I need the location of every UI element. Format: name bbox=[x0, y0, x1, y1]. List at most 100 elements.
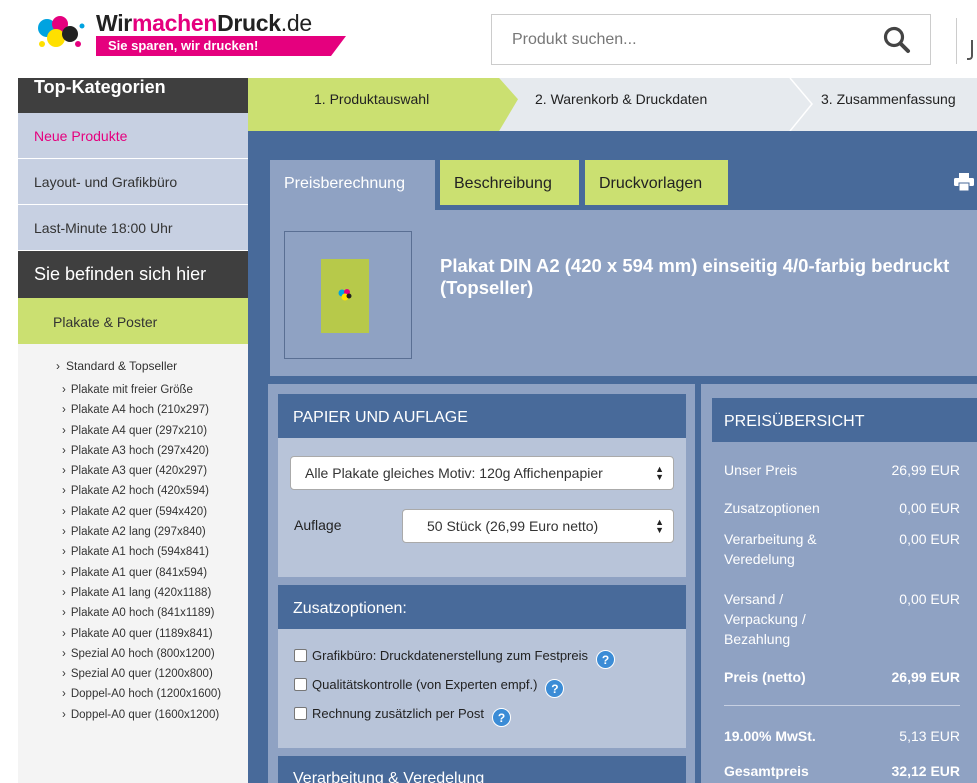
price-value: 26,99 EUR bbox=[891, 669, 960, 685]
sidebar-link[interactable]: Plakate A0 quer (1189x841) bbox=[62, 624, 248, 644]
finishing-heading[interactable]: Verarbeitung & Veredelung bbox=[278, 756, 686, 783]
sidebar-link[interactable]: Plakate A1 quer (841x594) bbox=[62, 563, 248, 583]
print-icon[interactable] bbox=[954, 173, 974, 191]
price-row-vat: 19.00% MwSt. 5,13 EUR bbox=[724, 726, 972, 746]
paper-heading: PAPIER UND AUFLAGE bbox=[278, 394, 686, 438]
step-2[interactable]: 2. Warenkorb & Druckdaten bbox=[535, 91, 707, 107]
configuration-column: PAPIER UND AUFLAGE Alle Plakate gleiches… bbox=[268, 384, 695, 783]
select-arrows-icon: ▲ ▼ bbox=[655, 517, 664, 535]
brand-logo[interactable]: WirmachenDruck.de Sie sparen, wir drucke… bbox=[34, 8, 364, 58]
options-heading: Zusatzoptionen: bbox=[278, 585, 686, 629]
help-icon[interactable]: ? bbox=[491, 708, 511, 727]
sidebar-link[interactable]: Doppel-A0 quer (1600x1200) bbox=[62, 705, 248, 725]
help-icon[interactable]: ? bbox=[596, 650, 616, 669]
sidebar-item-layout[interactable]: Layout- und Grafikbüro bbox=[18, 159, 248, 205]
site-header: WirmachenDruck.de Sie sparen, wir drucke… bbox=[0, 0, 977, 78]
brand-name-part: machen bbox=[131, 10, 218, 36]
price-heading: PREISÜBERSICHT bbox=[712, 398, 977, 442]
tab-price-calculation[interactable]: Preisberechnung bbox=[270, 160, 435, 210]
search-input[interactable] bbox=[492, 15, 862, 64]
option-label[interactable]: Qualitätskontrolle (von Experten empf.) bbox=[312, 677, 537, 692]
tab-description[interactable]: Beschreibung bbox=[440, 160, 579, 205]
brand-slogan: Sie sparen, wir drucken! bbox=[96, 36, 346, 56]
tab-print-templates[interactable]: Druckvorlagen bbox=[585, 160, 728, 205]
help-icon[interactable]: ? bbox=[545, 679, 565, 698]
account-icon[interactable] bbox=[967, 40, 973, 60]
sidebar-link[interactable]: Plakate A1 hoch (594x841) bbox=[62, 542, 248, 562]
quantity-select[interactable]: 50 Stück (26,99 Euro netto) ▲ ▼ bbox=[402, 509, 674, 543]
sidebar-link-list: Plakate mit freier Größe Plakate A4 hoch… bbox=[18, 380, 248, 725]
quantity-select-value: 50 Stück (26,99 Euro netto) bbox=[427, 518, 599, 534]
price-value: 0,00 EUR bbox=[899, 531, 960, 547]
sidebar-link[interactable]: Plakate A3 quer (420x297) bbox=[62, 461, 248, 481]
sidebar-item-new-products[interactable]: Neue Produkte bbox=[18, 113, 248, 159]
options-section: Zusatzoptionen: Grafikbüro: Druckdatener… bbox=[278, 585, 686, 748]
sidebar-heading-top: Top-Kategorien bbox=[18, 78, 248, 113]
sidebar-link[interactable]: Plakate A2 hoch (420x594) bbox=[62, 481, 248, 501]
product-configurator: Preisberechnung Beschreibung Druckvorlag… bbox=[248, 131, 977, 783]
search-icon[interactable] bbox=[882, 25, 912, 55]
sidebar-link[interactable]: Plakate A3 hoch (297x420) bbox=[62, 441, 248, 461]
sidebar-location-heading: Sie befinden sich hier bbox=[18, 251, 248, 298]
product-panel: Plakat DIN A2 (420 x 594 mm) einseitig 4… bbox=[270, 210, 977, 376]
price-column: PREISÜBERSICHT Unser Preis 26,99 EUR Zusa… bbox=[701, 384, 977, 783]
paper-section: PAPIER UND AUFLAGE Alle Plakate gleiches… bbox=[278, 394, 686, 577]
brand-name-part: .de bbox=[280, 10, 312, 36]
price-label: Zusatzoptionen bbox=[724, 500, 820, 516]
brand-name: WirmachenDruck.de bbox=[96, 10, 312, 37]
price-row: Unser Preis 26,99 EUR bbox=[724, 460, 972, 480]
price-label: Gesamtpreis bbox=[724, 763, 809, 779]
price-label: Preis (netto) bbox=[724, 669, 806, 685]
price-value: 32,12 EUR bbox=[891, 763, 960, 779]
option-row: Rechnung zusätzlich per Post? bbox=[294, 706, 511, 728]
option-row: Grafikbüro: Druckdatenerstellung zum Fes… bbox=[294, 648, 616, 670]
option-checkbox[interactable] bbox=[294, 649, 307, 662]
poster-thumbnail bbox=[321, 259, 369, 333]
quantity-label: Auflage bbox=[294, 517, 342, 533]
sidebar-link[interactable]: Spezial A0 hoch (800x1200) bbox=[62, 644, 248, 664]
sidebar-link[interactable]: Doppel-A0 hoch (1200x1600) bbox=[62, 684, 248, 704]
price-row: Versand / Verpackung / Bezahlung 0,00 EUR bbox=[724, 589, 972, 649]
price-row-net: Preis (netto) 26,99 EUR bbox=[724, 667, 972, 687]
ink-splash-icon bbox=[338, 289, 352, 301]
sidebar-link[interactable]: Plakate mit freier Größe bbox=[62, 380, 248, 400]
sidebar-link[interactable]: Plakate A0 hoch (841x1189) bbox=[62, 603, 248, 623]
brand-name-part: Druck bbox=[217, 10, 281, 36]
price-row: Verarbeitung & Veredelung 0,00 EUR bbox=[724, 529, 972, 569]
sidebar-category[interactable]: Plakate & Poster bbox=[18, 298, 248, 344]
sidebar-link[interactable]: Plakate A2 quer (594x420) bbox=[62, 502, 248, 522]
option-row: Qualitätskontrolle (von Experten empf.)? bbox=[294, 677, 565, 699]
product-title: Plakat DIN A2 (420 x 594 mm) einseitig 4… bbox=[440, 255, 950, 298]
option-checkbox[interactable] bbox=[294, 678, 307, 691]
sidebar: Top-Kategorien Neue Produkte Layout- und… bbox=[18, 78, 248, 783]
paper-select[interactable]: Alle Plakate gleiches Motiv: 120g Affich… bbox=[290, 456, 674, 490]
price-label: 19.00% MwSt. bbox=[724, 728, 816, 744]
price-label: Versand / Verpackung / Bezahlung bbox=[724, 591, 806, 647]
sidebar-link[interactable]: Plakate A2 lang (297x840) bbox=[62, 522, 248, 542]
step-1[interactable]: 1. Produktauswahl bbox=[314, 91, 429, 107]
header-divider bbox=[956, 18, 957, 64]
option-checkbox[interactable] bbox=[294, 707, 307, 720]
option-label[interactable]: Grafikbüro: Druckdatenerstellung zum Fes… bbox=[312, 648, 588, 663]
option-label[interactable]: Rechnung zusätzlich per Post bbox=[312, 706, 484, 721]
price-value: 26,99 EUR bbox=[891, 462, 960, 478]
sidebar-link[interactable]: Plakate A4 quer (297x210) bbox=[62, 421, 248, 441]
sidebar-link[interactable]: Plakate A4 hoch (210x297) bbox=[62, 400, 248, 420]
product-image[interactable] bbox=[284, 231, 412, 359]
price-value: 5,13 EUR bbox=[899, 728, 960, 744]
brand-name-part: Wir bbox=[96, 10, 132, 36]
checkout-steps: 1. Produktauswahl 2. Warenkorb & Druckda… bbox=[248, 78, 977, 131]
price-divider bbox=[724, 705, 960, 706]
select-arrows-icon: ▲ ▼ bbox=[655, 464, 664, 482]
step-divider-icon bbox=[789, 78, 813, 131]
price-row-total: Gesamtpreis 32,12 EUR bbox=[724, 761, 972, 781]
sidebar-subcategory[interactable]: Standard & Topseller bbox=[18, 344, 248, 380]
sidebar-item-last-minute[interactable]: Last-Minute 18:00 Uhr bbox=[18, 205, 248, 251]
sidebar-link[interactable]: Plakate A1 lang (420x1188) bbox=[62, 583, 248, 603]
search-box bbox=[491, 14, 931, 65]
price-label: Verarbeitung & Veredelung bbox=[724, 531, 817, 567]
step-3[interactable]: 3. Zusammenfassung bbox=[821, 91, 956, 107]
ink-splash-icon bbox=[38, 16, 85, 47]
sidebar-link[interactable]: Spezial A0 quer (1200x800) bbox=[62, 664, 248, 684]
price-value: 0,00 EUR bbox=[899, 500, 960, 516]
